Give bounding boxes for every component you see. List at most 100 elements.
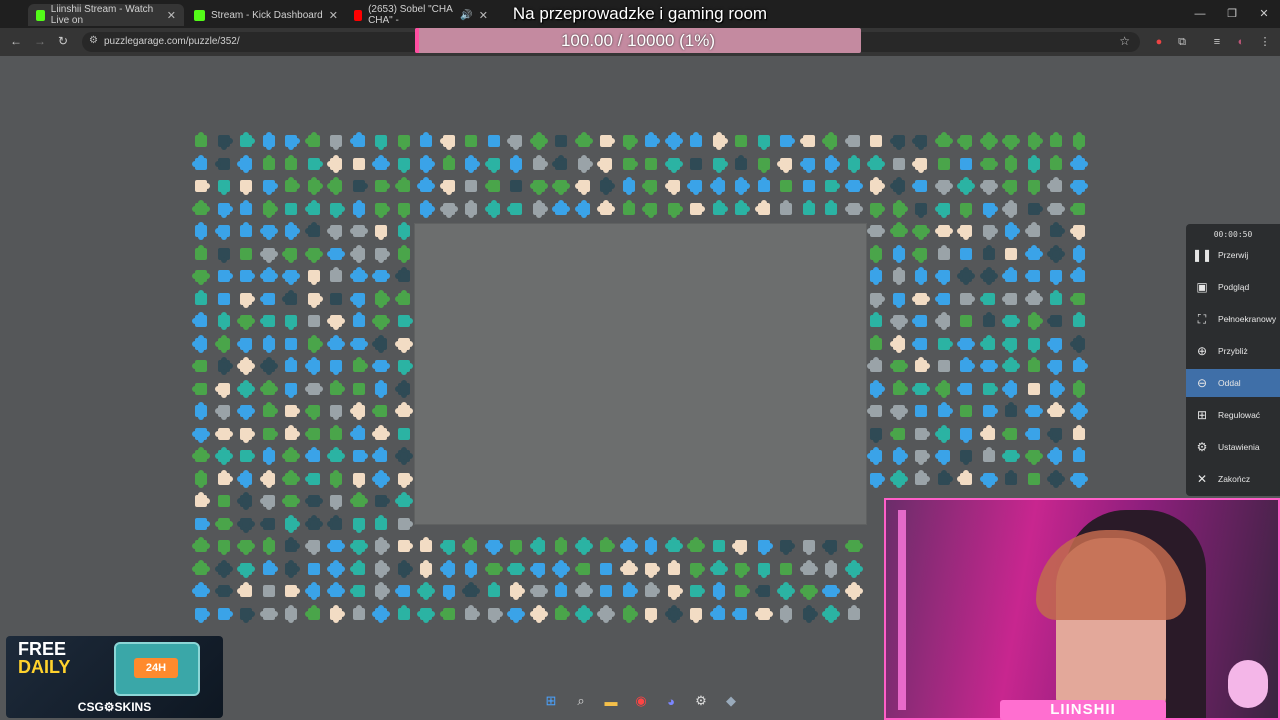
puzzle-piece[interactable] [394, 447, 413, 465]
puzzle-piece[interactable] [282, 267, 300, 285]
menu-settings[interactable]: ⚙ Ustawienia [1186, 433, 1280, 461]
puzzle-piece[interactable] [574, 582, 593, 600]
puzzle-piece[interactable] [912, 245, 930, 263]
puzzle-piece[interactable] [507, 560, 525, 578]
puzzle-piece[interactable] [282, 469, 300, 488]
puzzle-piece[interactable] [1047, 312, 1065, 330]
puzzle-piece[interactable] [259, 290, 278, 308]
puzzle-piece[interactable] [372, 222, 390, 240]
puzzle-piece[interactable] [259, 267, 278, 285]
puzzle-piece[interactable] [867, 357, 885, 375]
puzzle-piece[interactable] [777, 560, 795, 578]
puzzle-piece[interactable] [417, 537, 435, 555]
puzzle-piece[interactable] [642, 582, 660, 600]
puzzle-piece[interactable] [755, 560, 773, 578]
puzzle-piece[interactable] [1069, 402, 1088, 420]
file-explorer-icon[interactable]: ▬ [600, 690, 622, 712]
puzzle-piece[interactable] [327, 469, 345, 488]
puzzle-piece[interactable] [799, 582, 818, 600]
puzzle-piece[interactable] [349, 267, 368, 285]
puzzle-piece[interactable] [484, 155, 503, 173]
puzzle-piece[interactable] [1070, 424, 1088, 443]
puzzle-piece[interactable] [1025, 154, 1043, 173]
puzzle-piece[interactable] [349, 290, 368, 308]
puzzle-piece[interactable] [1002, 469, 1020, 488]
puzzle-piece[interactable] [822, 132, 840, 150]
puzzle-piece[interactable] [732, 560, 750, 578]
puzzle-piece[interactable] [1002, 154, 1020, 173]
puzzle-piece[interactable] [215, 267, 233, 285]
puzzle-piece[interactable] [484, 560, 503, 578]
puzzle-piece[interactable] [957, 155, 975, 173]
puzzle-piece[interactable] [867, 447, 885, 465]
puzzle-piece[interactable] [349, 335, 368, 353]
puzzle-piece[interactable] [957, 222, 975, 240]
puzzle-piece[interactable] [417, 559, 435, 578]
puzzle-piece[interactable] [237, 357, 255, 375]
puzzle-piece[interactable] [372, 469, 390, 488]
puzzle-piece[interactable] [395, 200, 413, 218]
puzzle-piece[interactable] [935, 402, 953, 420]
puzzle-piece[interactable] [710, 155, 728, 173]
puzzle-piece[interactable] [349, 559, 368, 578]
puzzle-piece[interactable] [350, 380, 368, 398]
puzzle-piece[interactable] [327, 267, 345, 285]
puzzle-piece[interactable] [912, 402, 930, 420]
puzzle-piece[interactable] [1002, 312, 1020, 330]
puzzle-piece[interactable] [394, 402, 413, 420]
puzzle-piece[interactable] [215, 605, 233, 623]
puzzle-piece[interactable] [282, 380, 300, 398]
puzzle-piece[interactable] [574, 604, 593, 623]
puzzle-piece[interactable] [462, 537, 480, 555]
puzzle-piece[interactable] [1025, 132, 1043, 150]
puzzle-piece[interactable] [664, 132, 683, 150]
puzzle-piece[interactable] [957, 447, 975, 465]
puzzle-piece[interactable] [912, 469, 930, 488]
puzzle-piece[interactable] [1047, 335, 1065, 353]
puzzle-piece[interactable] [867, 470, 885, 488]
puzzle-piece[interactable] [372, 559, 390, 578]
puzzle-piece[interactable] [957, 312, 975, 330]
puzzle-piece[interactable] [980, 222, 998, 240]
puzzle-piece[interactable] [350, 470, 368, 488]
puzzle-piece[interactable] [282, 582, 300, 600]
puzzle-piece[interactable] [282, 200, 300, 218]
puzzle-piece[interactable] [349, 222, 368, 240]
puzzle-piece[interactable] [484, 199, 503, 218]
puzzle-piece[interactable] [687, 132, 705, 150]
puzzle-piece[interactable] [642, 560, 660, 578]
puzzle-piece[interactable] [394, 177, 413, 195]
puzzle-piece[interactable] [327, 132, 345, 150]
puzzle-piece[interactable] [417, 199, 435, 218]
puzzle-piece[interactable] [552, 154, 570, 173]
menu-finish[interactable]: ✕ Zakończ [1186, 465, 1280, 493]
puzzle-piece[interactable] [327, 222, 345, 240]
puzzle-piece[interactable] [867, 267, 885, 285]
puzzle-piece[interactable] [1047, 132, 1065, 150]
puzzle-piece[interactable] [934, 424, 953, 443]
puzzle-piece[interactable] [1047, 267, 1065, 285]
puzzle-piece[interactable] [934, 447, 953, 465]
puzzle-piece[interactable] [889, 132, 908, 150]
puzzle-piece[interactable] [282, 289, 300, 308]
puzzle-piece[interactable] [844, 132, 863, 150]
puzzle-piece[interactable] [237, 154, 255, 173]
puzzle-extensions-icon[interactable]: ⧉ [1175, 35, 1189, 49]
puzzle-piece[interactable] [192, 312, 210, 330]
csgo-skins-ad[interactable]: FREE DAILY 24H CSG⚙SKINS [6, 636, 223, 718]
puzzle-piece[interactable] [192, 425, 210, 443]
puzzle-piece[interactable] [912, 357, 930, 375]
puzzle-piece[interactable] [710, 132, 728, 150]
puzzle-piece[interactable] [282, 424, 300, 443]
puzzle-piece[interactable] [192, 357, 210, 375]
puzzle-piece[interactable] [957, 380, 975, 398]
puzzle-piece[interactable] [214, 515, 233, 533]
puzzle-piece[interactable] [395, 244, 413, 263]
puzzle-piece[interactable] [574, 560, 593, 578]
puzzle-piece[interactable] [1024, 402, 1043, 420]
puzzle-piece[interactable] [844, 537, 863, 555]
puzzle-piece[interactable] [777, 604, 795, 623]
puzzle-piece[interactable] [912, 267, 930, 285]
puzzle-piece[interactable] [890, 267, 908, 285]
puzzle-piece[interactable] [394, 267, 413, 285]
